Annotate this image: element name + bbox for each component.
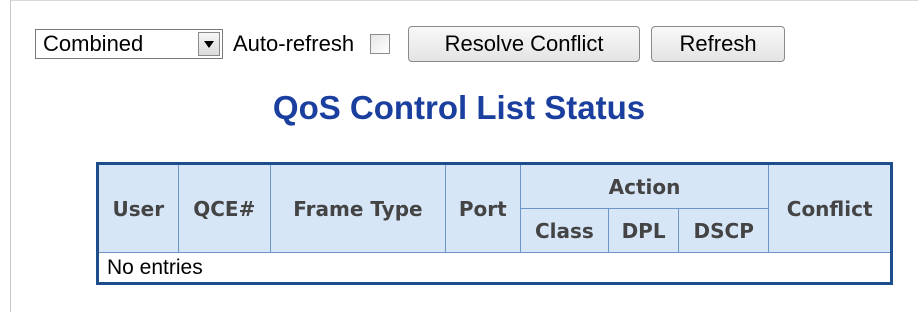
col-port: Port xyxy=(444,163,521,253)
view-select-value: Combined xyxy=(43,31,144,56)
view-select[interactable]: Combined xyxy=(35,29,223,59)
empty-message: No entries xyxy=(97,252,892,284)
col-conflict: Conflict xyxy=(768,163,892,253)
page-title: QoS Control List Status xyxy=(272,89,646,126)
chevron-down-icon[interactable] xyxy=(198,32,220,56)
col-user: User xyxy=(97,163,179,253)
toolbar: Combined Auto-refresh Resolve Conflict R… xyxy=(35,26,786,62)
qcl-status-table: User QCE# Frame Type Port Action Conflic… xyxy=(96,162,893,285)
col-frame-type: Frame Type xyxy=(269,163,446,253)
table-row: No entries xyxy=(97,252,892,284)
refresh-button[interactable]: Refresh xyxy=(651,26,786,62)
col-action: Action xyxy=(519,163,770,209)
resolve-conflict-button[interactable]: Resolve Conflict xyxy=(408,26,641,62)
col-class: Class xyxy=(519,208,610,253)
col-dpl: DPL xyxy=(608,208,680,253)
auto-refresh-checkbox[interactable] xyxy=(370,34,391,54)
col-dscp: DSCP xyxy=(678,208,770,253)
col-qce: QCE# xyxy=(177,163,271,253)
auto-refresh-label: Auto-refresh xyxy=(233,31,355,56)
